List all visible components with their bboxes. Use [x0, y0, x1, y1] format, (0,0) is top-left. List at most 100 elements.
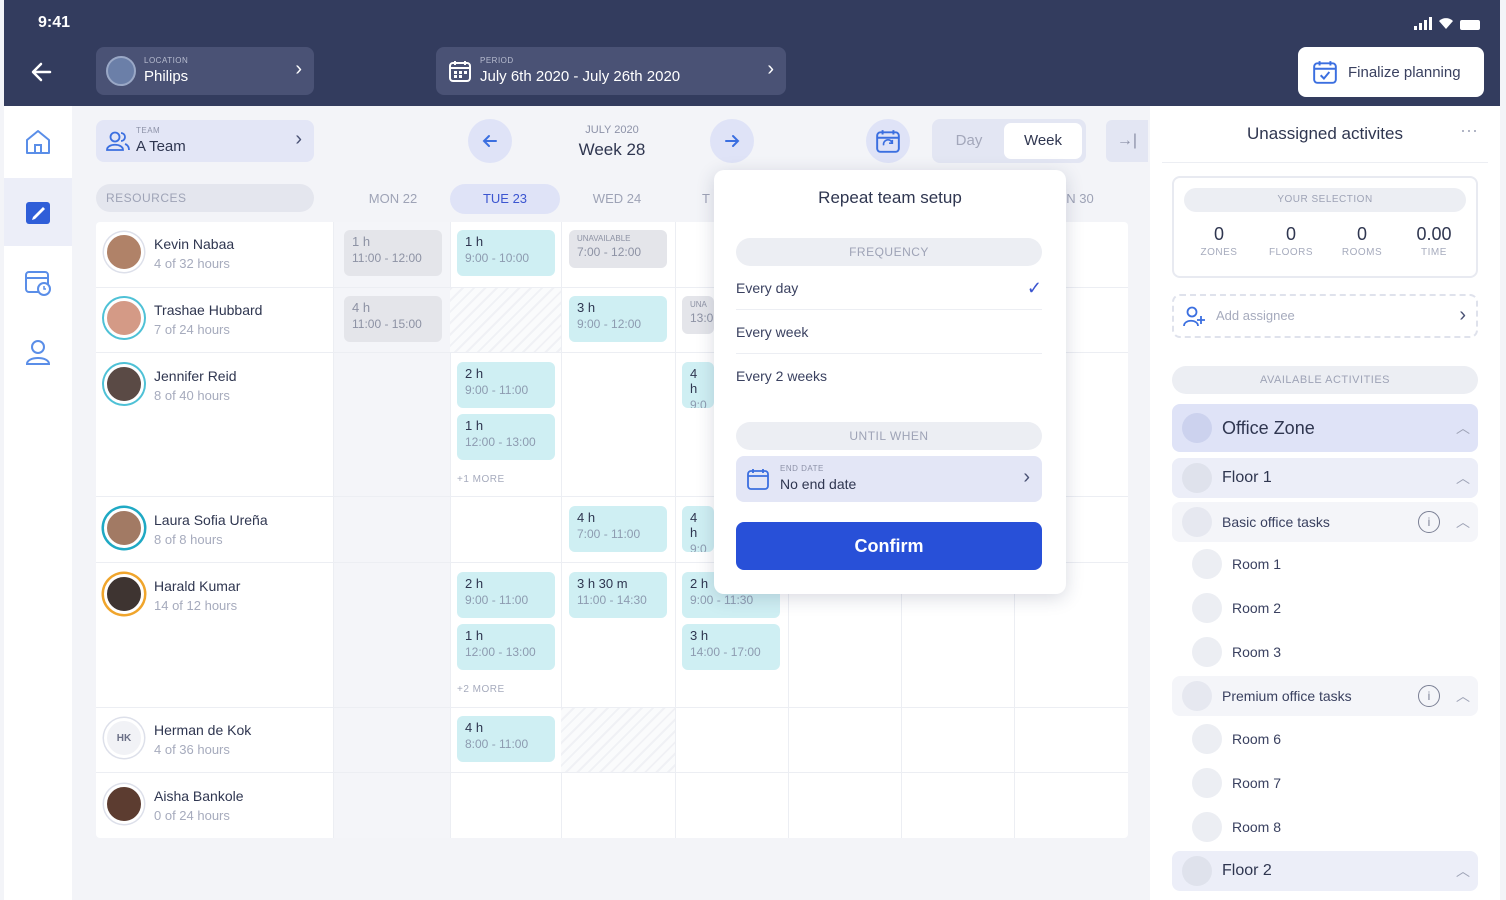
- resource-row[interactable]: Harald Kumar 14 of 12 hours: [104, 574, 240, 614]
- chevron-right-icon: ›: [295, 58, 302, 80]
- shift-block[interactable]: 1 h 11:00 - 12:00: [344, 230, 442, 276]
- chevron-up-icon[interactable]: ︿: [1448, 861, 1478, 881]
- unavailable-block[interactable]: UNA 13:0: [682, 296, 714, 334]
- day-header-tue[interactable]: TUE 23: [450, 184, 560, 214]
- more-link[interactable]: +1 MORE: [457, 474, 505, 485]
- next-week-button[interactable]: [710, 119, 754, 163]
- resource-row[interactable]: Aisha Bankole 0 of 24 hours: [104, 784, 244, 824]
- group-premium-office-tasks[interactable]: Premium office tasks i ︿: [1172, 676, 1478, 716]
- floor-1[interactable]: Floor 1 ︿: [1172, 458, 1478, 498]
- resource-row[interactable]: HK Herman de Kok 4 of 36 hours: [104, 718, 251, 758]
- room-item[interactable]: Room 2: [1192, 588, 1472, 628]
- sidebar-item-schedule[interactable]: [4, 248, 72, 316]
- stat-rooms: 0 ROOMS: [1327, 224, 1397, 258]
- group-checkbox[interactable]: [1182, 507, 1212, 537]
- chevron-up-icon[interactable]: ︿: [1448, 418, 1478, 438]
- unavailable-block[interactable]: UNAVAILABLE 7:00 - 12:00: [569, 230, 667, 268]
- shift-block[interactable]: 1 h 9:00 - 10:00: [457, 230, 555, 276]
- room-checkbox[interactable]: [1192, 812, 1222, 842]
- room-item[interactable]: Room 8: [1192, 807, 1472, 847]
- shift-block[interactable]: 4 h 9:0: [682, 506, 714, 552]
- popup-title: Repeat team setup: [818, 188, 962, 207]
- room-checkbox[interactable]: [1192, 768, 1222, 798]
- shift-block[interactable]: 3 h 9:00 - 12:00: [569, 296, 667, 342]
- floor-checkbox[interactable]: [1182, 856, 1212, 886]
- period-selector[interactable]: PERIOD July 6th 2020 - July 26th 2020 ›: [436, 47, 786, 95]
- view-day-button[interactable]: Day: [936, 123, 1002, 159]
- resource-hours: 4 of 36 hours: [154, 742, 230, 757]
- shift-time: 7:00 - 12:00: [577, 245, 642, 259]
- confirm-button[interactable]: Confirm: [736, 522, 1042, 570]
- zone-checkbox[interactable]: [1182, 413, 1212, 443]
- day-header-sun[interactable]: N 30: [1060, 184, 1100, 214]
- more-link[interactable]: +2 MORE: [457, 684, 505, 695]
- chevron-up-icon[interactable]: ︿: [1448, 468, 1478, 488]
- day-header-mon[interactable]: MON 22: [338, 184, 448, 214]
- avatar: [104, 574, 144, 614]
- zone-office-zone[interactable]: Office Zone ︿: [1172, 404, 1478, 452]
- stat-time: 0.00 TIME: [1399, 224, 1469, 258]
- location-selector[interactable]: LOCATION Philips ›: [96, 47, 314, 95]
- resource-row[interactable]: Trashae Hubbard 7 of 24 hours: [104, 298, 262, 338]
- floor-checkbox[interactable]: [1182, 463, 1212, 493]
- calendar-repeat-icon: [876, 130, 900, 153]
- room-checkbox[interactable]: [1192, 724, 1222, 754]
- shift-block[interactable]: 4 h 9:0: [682, 362, 714, 408]
- room-item[interactable]: Room 1: [1192, 544, 1472, 584]
- room-checkbox[interactable]: [1192, 637, 1222, 667]
- shift-block[interactable]: 1 h 12:00 - 13:00: [457, 414, 555, 460]
- shift-block[interactable]: 2 h 9:00 - 11:00: [457, 362, 555, 408]
- shift-time: 8:00 - 11:00: [465, 737, 529, 751]
- chevron-up-icon[interactable]: ︿: [1448, 686, 1478, 706]
- finalize-planning-button[interactable]: Finalize planning: [1298, 47, 1484, 97]
- end-date-selector[interactable]: END DATE No end date ›: [736, 456, 1042, 502]
- day-header-wed[interactable]: WED 24: [562, 184, 672, 214]
- resource-row[interactable]: Laura Sofia Ureña 8 of 8 hours: [104, 508, 268, 548]
- shift-time: 9:00 - 12:00: [577, 317, 642, 331]
- view-week-button[interactable]: Week: [1004, 123, 1082, 159]
- status-icons: [1414, 14, 1480, 30]
- shift-block[interactable]: 4 h 8:00 - 11:00: [457, 716, 555, 762]
- team-selector[interactable]: TEAM A Team ›: [96, 120, 314, 162]
- info-icon[interactable]: i: [1418, 511, 1440, 533]
- resource-name: Trashae Hubbard: [154, 302, 263, 318]
- floor-label: Floor 2: [1222, 862, 1272, 879]
- back-arrow-icon[interactable]: [28, 58, 56, 86]
- sidebar-item-planning[interactable]: [4, 178, 72, 246]
- shift-block[interactable]: 1 h 12:00 - 13:00: [457, 624, 555, 670]
- info-icon[interactable]: i: [1418, 685, 1440, 707]
- collapse-panel-button[interactable]: →|: [1106, 120, 1148, 162]
- resource-row[interactable]: Jennifer Reid 8 of 40 hours: [104, 364, 237, 404]
- stat-zones: 0 ZONES: [1184, 224, 1254, 258]
- day-header-thu[interactable]: T: [696, 184, 716, 214]
- add-assignee-button[interactable]: Add assignee ›: [1172, 294, 1478, 338]
- group-checkbox[interactable]: [1182, 681, 1212, 711]
- floor-2[interactable]: Floor 2 ︿: [1172, 851, 1478, 891]
- room-checkbox[interactable]: [1192, 593, 1222, 623]
- panel-title: Unassigned activites: [1247, 124, 1403, 143]
- row-divider: [96, 772, 1128, 773]
- group-basic-office-tasks[interactable]: Basic office tasks i ︿: [1172, 502, 1478, 542]
- more-options-icon[interactable]: ···: [1460, 120, 1478, 141]
- shift-block[interactable]: 2 h 9:00 - 11:00: [457, 572, 555, 618]
- room-item[interactable]: Room 3: [1192, 632, 1472, 672]
- shift-block[interactable]: 3 h 30 m 11:00 - 14:30: [569, 572, 667, 618]
- resource-row[interactable]: Kevin Nabaa 4 of 32 hours: [104, 232, 234, 272]
- room-item[interactable]: Room 7: [1192, 763, 1472, 803]
- sidebar-item-people[interactable]: [4, 318, 72, 386]
- shift-block[interactable]: 4 h 11:00 - 15:00: [344, 296, 442, 342]
- option-every-day[interactable]: Every day ✓: [736, 266, 1042, 310]
- shift-block[interactable]: 3 h 14:00 - 17:00: [682, 624, 780, 670]
- room-checkbox[interactable]: [1192, 549, 1222, 579]
- option-every-2-weeks[interactable]: Every 2 weeks: [736, 354, 1042, 398]
- calendar-clock-icon: [25, 271, 51, 296]
- sidebar-item-home[interactable]: [4, 108, 72, 176]
- stat-floors: 0 FLOORS: [1256, 224, 1326, 258]
- chevron-up-icon[interactable]: ︿: [1448, 512, 1478, 532]
- shift-block[interactable]: 4 h 7:00 - 11:00: [569, 506, 667, 552]
- room-item[interactable]: Room 6: [1192, 719, 1472, 759]
- checkmark-icon: ✓: [1026, 278, 1042, 298]
- option-every-week[interactable]: Every week: [736, 310, 1042, 354]
- prev-week-button[interactable]: [468, 119, 512, 163]
- repeat-setup-button[interactable]: [866, 119, 910, 163]
